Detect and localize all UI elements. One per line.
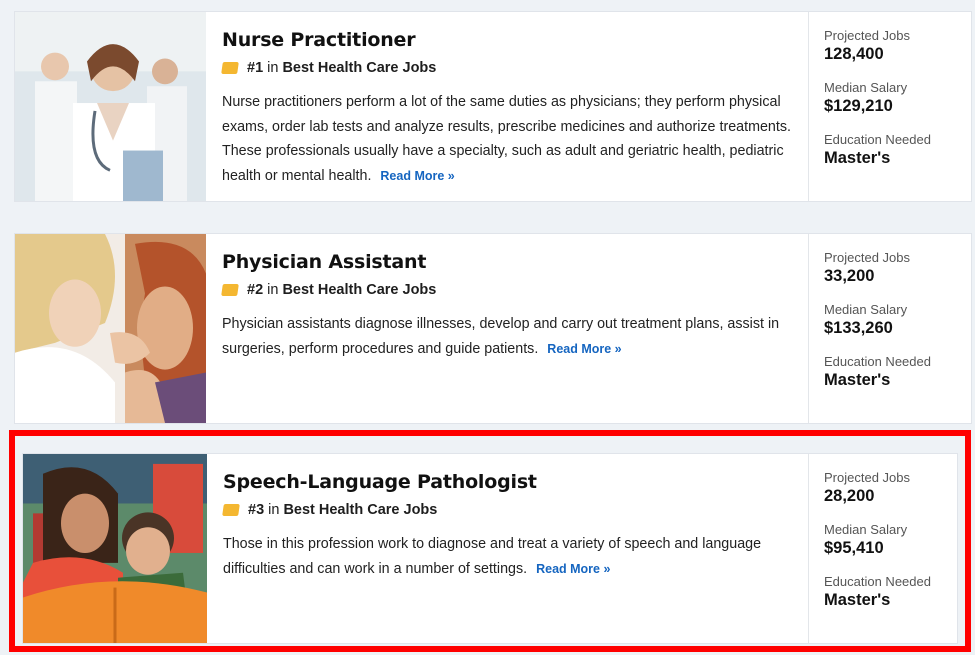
speech-pathologist-photo[interactable] xyxy=(23,454,207,643)
median-salary-value: $133,260 xyxy=(824,319,893,337)
education-label: Education Needed xyxy=(824,354,931,369)
projected-jobs-value: 28,200 xyxy=(824,487,875,505)
projected-jobs-label: Projected Jobs xyxy=(824,28,910,43)
education-label: Education Needed xyxy=(824,132,931,147)
read-more-link[interactable]: Read More » xyxy=(547,342,621,356)
job-stats: Projected Jobs 28,200 Median Salary $95,… xyxy=(809,454,957,643)
job-description-text: Nurse practitioners perform a lot of the… xyxy=(222,94,791,184)
rank-number: #2 xyxy=(247,282,264,298)
projected-jobs-value: 33,200 xyxy=(824,267,875,285)
job-stats: Projected Jobs 128,400 Median Salary $12… xyxy=(809,12,971,201)
job-stats: Projected Jobs 33,200 Median Salary $133… xyxy=(809,234,971,423)
read-more-link[interactable]: Read More » xyxy=(536,562,610,576)
median-salary-value: $95,410 xyxy=(824,539,884,557)
job-card-body: Physician Assistant #2 in Best Health Ca… xyxy=(206,234,809,423)
projected-jobs-label: Projected Jobs xyxy=(824,470,910,485)
ribbon-badge-icon xyxy=(221,62,239,74)
rank-list-link[interactable]: Best Health Care Jobs xyxy=(283,502,437,518)
job-title[interactable]: Physician Assistant xyxy=(222,251,426,273)
job-title[interactable]: Nurse Practitioner xyxy=(222,29,416,51)
physician-assistant-photo[interactable] xyxy=(15,234,206,423)
education-value: Master's xyxy=(824,371,891,389)
job-title[interactable]: Speech-Language Pathologist xyxy=(223,471,537,493)
job-card-physician-assistant: Physician Assistant #2 in Best Health Ca… xyxy=(14,233,972,424)
rank-in: in xyxy=(267,282,279,298)
projected-jobs-value: 128,400 xyxy=(824,45,884,63)
job-rank: #3 in Best Health Care Jobs xyxy=(222,502,792,518)
rank-list-link[interactable]: Best Health Care Jobs xyxy=(282,282,436,298)
education-value: Master's xyxy=(824,149,891,167)
rank-number: #3 xyxy=(248,502,265,518)
job-rank: #2 in Best Health Care Jobs xyxy=(221,282,792,298)
rank-list-link[interactable]: Best Health Care Jobs xyxy=(282,60,436,76)
median-salary-value: $129,210 xyxy=(824,97,893,115)
rank-in: in xyxy=(267,60,279,76)
job-description-text: Those in this profession work to diagnos… xyxy=(223,536,762,577)
rank-in: in xyxy=(268,502,280,518)
job-card-body: Nurse Practitioner #1 in Best Health Car… xyxy=(206,12,809,201)
read-more-link[interactable]: Read More » xyxy=(380,169,454,183)
job-description-text: Physician assistants diagnose illnesses,… xyxy=(222,316,780,357)
job-description: Those in this profession work to diagnos… xyxy=(223,532,792,581)
education-value: Master's xyxy=(824,591,891,609)
ribbon-badge-icon xyxy=(222,504,240,516)
job-card-body: Speech-Language Pathologist #3 in Best H… xyxy=(207,454,809,643)
median-salary-label: Median Salary xyxy=(824,522,908,537)
nurse-practitioner-photo[interactable] xyxy=(15,12,206,201)
rank-number: #1 xyxy=(247,60,264,76)
median-salary-label: Median Salary xyxy=(824,302,908,317)
median-salary-label: Median Salary xyxy=(824,80,908,95)
job-card-nurse-practitioner: Nurse Practitioner #1 in Best Health Car… xyxy=(14,11,972,202)
job-description: Physician assistants diagnose illnesses,… xyxy=(222,312,792,361)
job-card-speech-language-pathologist: Speech-Language Pathologist #3 in Best H… xyxy=(22,453,958,644)
education-label: Education Needed xyxy=(824,574,931,589)
job-rank: #1 in Best Health Care Jobs xyxy=(221,60,792,76)
projected-jobs-label: Projected Jobs xyxy=(824,250,910,265)
ribbon-badge-icon xyxy=(221,284,239,296)
job-description: Nurse practitioners perform a lot of the… xyxy=(222,90,792,188)
